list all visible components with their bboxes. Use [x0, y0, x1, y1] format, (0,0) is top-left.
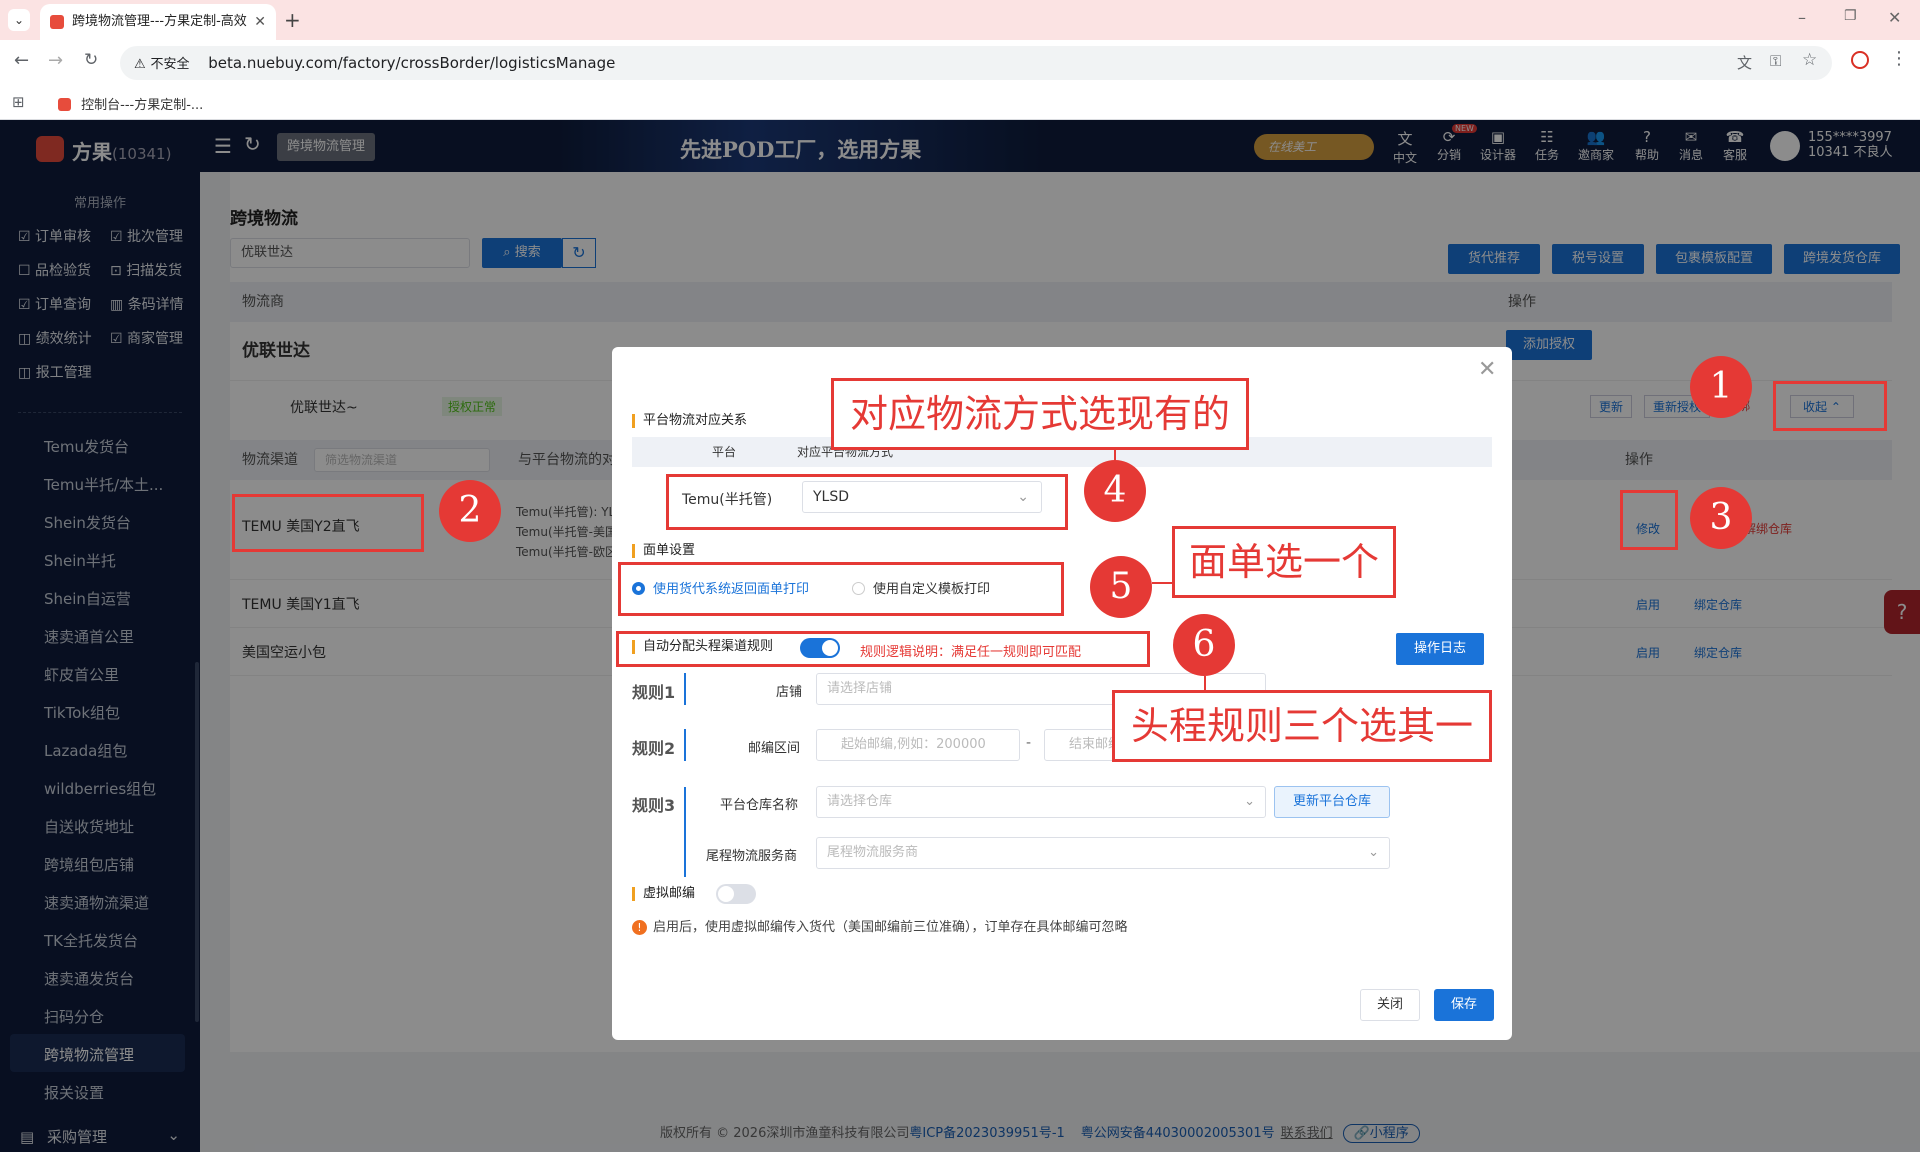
- zip-dash: -: [1026, 735, 1032, 751]
- minimize-icon[interactable]: –: [1798, 8, 1806, 27]
- warehouse-select[interactable]: 请选择仓库 ⌄: [816, 786, 1266, 818]
- reload-icon[interactable]: ↻: [84, 50, 98, 70]
- annotation-box-auto-rule: [616, 631, 1150, 667]
- browser-tab[interactable]: 跨境物流管理---方果定制-高效 ✕: [40, 4, 276, 40]
- favicon-icon: [50, 15, 64, 29]
- tab-title: 跨境物流管理---方果定制-高效: [72, 14, 247, 29]
- annotation-box-method: [666, 474, 1068, 530]
- chevron-down-icon: ⌄: [1244, 794, 1255, 809]
- toggle-knob: [718, 886, 734, 902]
- restore-icon[interactable]: ❐: [1844, 8, 1857, 24]
- close-icon[interactable]: ✕: [1478, 357, 1496, 382]
- zip-start-input[interactable]: 起始邮编,例如：200000: [816, 729, 1020, 761]
- rule-divider: [684, 673, 686, 705]
- annotation-box-edit: [1620, 490, 1678, 550]
- new-tab-button[interactable]: +: [284, 8, 301, 32]
- shop-label: 店铺: [776, 685, 803, 700]
- annotation-number: 5: [1090, 556, 1152, 618]
- chevron-down-icon: ⌄: [1368, 845, 1379, 860]
- rule1-label: 规则1: [632, 683, 676, 702]
- annotation-callout: 面单选一个: [1172, 526, 1396, 598]
- save-button[interactable]: 保存: [1434, 989, 1494, 1021]
- bookmark-item[interactable]: 控制台---方果定制-...: [58, 94, 203, 113]
- last-mile-label: 尾程物流服务商: [706, 849, 798, 864]
- rule3-label: 规则3: [632, 796, 676, 815]
- bookmark-label: 控制台---方果定制-...: [81, 98, 204, 113]
- annotation-box-label: [618, 562, 1064, 616]
- warning-icon: ⚠: [134, 57, 146, 72]
- annotation-number: 3: [1690, 487, 1752, 549]
- annotation-callout: 对应物流方式选现有的: [831, 378, 1249, 450]
- annotation-number: 1: [1690, 356, 1752, 418]
- rule-divider: [684, 729, 686, 761]
- virtual-zip-toggle[interactable]: [716, 884, 756, 904]
- annotation-connector: [1152, 582, 1172, 584]
- section-label-title: 面单设置: [632, 544, 695, 558]
- address-bar[interactable]: ⚠ 不安全 beta.nuebuy.com/factory/crossBorde…: [120, 46, 1832, 80]
- zip-range-label: 邮编区间: [748, 741, 801, 756]
- rule2-label: 规则2: [632, 739, 676, 758]
- forward-icon[interactable]: →: [48, 50, 63, 71]
- menu-icon[interactable]: ⋮: [1890, 48, 1908, 69]
- annotation-number: 6: [1173, 614, 1235, 676]
- address-bar-row: ← → ↻ ⚠ 不安全 beta.nuebuy.com/factory/cros…: [0, 40, 1920, 86]
- annotation-number: 4: [1084, 460, 1146, 522]
- annotation-box-channel: [232, 494, 424, 552]
- rule-divider: [684, 787, 686, 877]
- key-icon[interactable]: ⚿: [1770, 52, 1781, 70]
- back-icon[interactable]: ←: [14, 50, 29, 71]
- window-close-icon[interactable]: ✕: [1888, 8, 1901, 27]
- star-icon[interactable]: ☆: [1802, 50, 1817, 70]
- bookmarks-bar: ⊞ 控制台---方果定制-...: [0, 86, 1920, 120]
- annotation-callout: 头程规则三个选其一: [1112, 690, 1492, 762]
- annotation-number: 2: [439, 480, 501, 542]
- last-mile-select[interactable]: 尾程物流服务商 ⌄: [816, 837, 1390, 869]
- close-button[interactable]: 关闭: [1360, 989, 1420, 1021]
- warehouse-label: 平台仓库名称: [720, 798, 799, 813]
- annotation-box-collapse: [1773, 381, 1887, 431]
- apps-icon[interactable]: ⊞: [12, 93, 25, 111]
- virtual-zip-title: 虚拟邮编: [632, 887, 695, 901]
- close-icon[interactable]: ✕: [254, 4, 266, 40]
- annotation-connector: [1204, 676, 1206, 690]
- col-platform: 平台: [712, 445, 737, 459]
- section-mapping-title: 平台物流对应关系: [632, 414, 747, 428]
- tab-search-icon[interactable]: ⌄: [8, 9, 30, 31]
- operation-log-button[interactable]: 操作日志: [1396, 633, 1484, 665]
- browser-tab-strip: ⌄ 跨境物流管理---方果定制-高效 ✕ + – ❐ ✕: [0, 0, 1920, 40]
- virtual-zip-hint: ! 启用后，使用虚拟邮编传入货代（美国邮编前三位准确），订单存在具体邮编可忽略: [632, 916, 1128, 935]
- bookmark-favicon-icon: [58, 98, 71, 111]
- url-text: beta.nuebuy.com/factory/crossBorder/logi…: [208, 54, 616, 72]
- warning-icon: !: [632, 920, 647, 935]
- profile-icon[interactable]: [1851, 51, 1869, 69]
- translate-page-icon[interactable]: 文: [1737, 52, 1752, 73]
- not-secure-label: 不安全: [150, 57, 190, 72]
- update-warehouse-button[interactable]: 更新平台仓库: [1274, 786, 1390, 818]
